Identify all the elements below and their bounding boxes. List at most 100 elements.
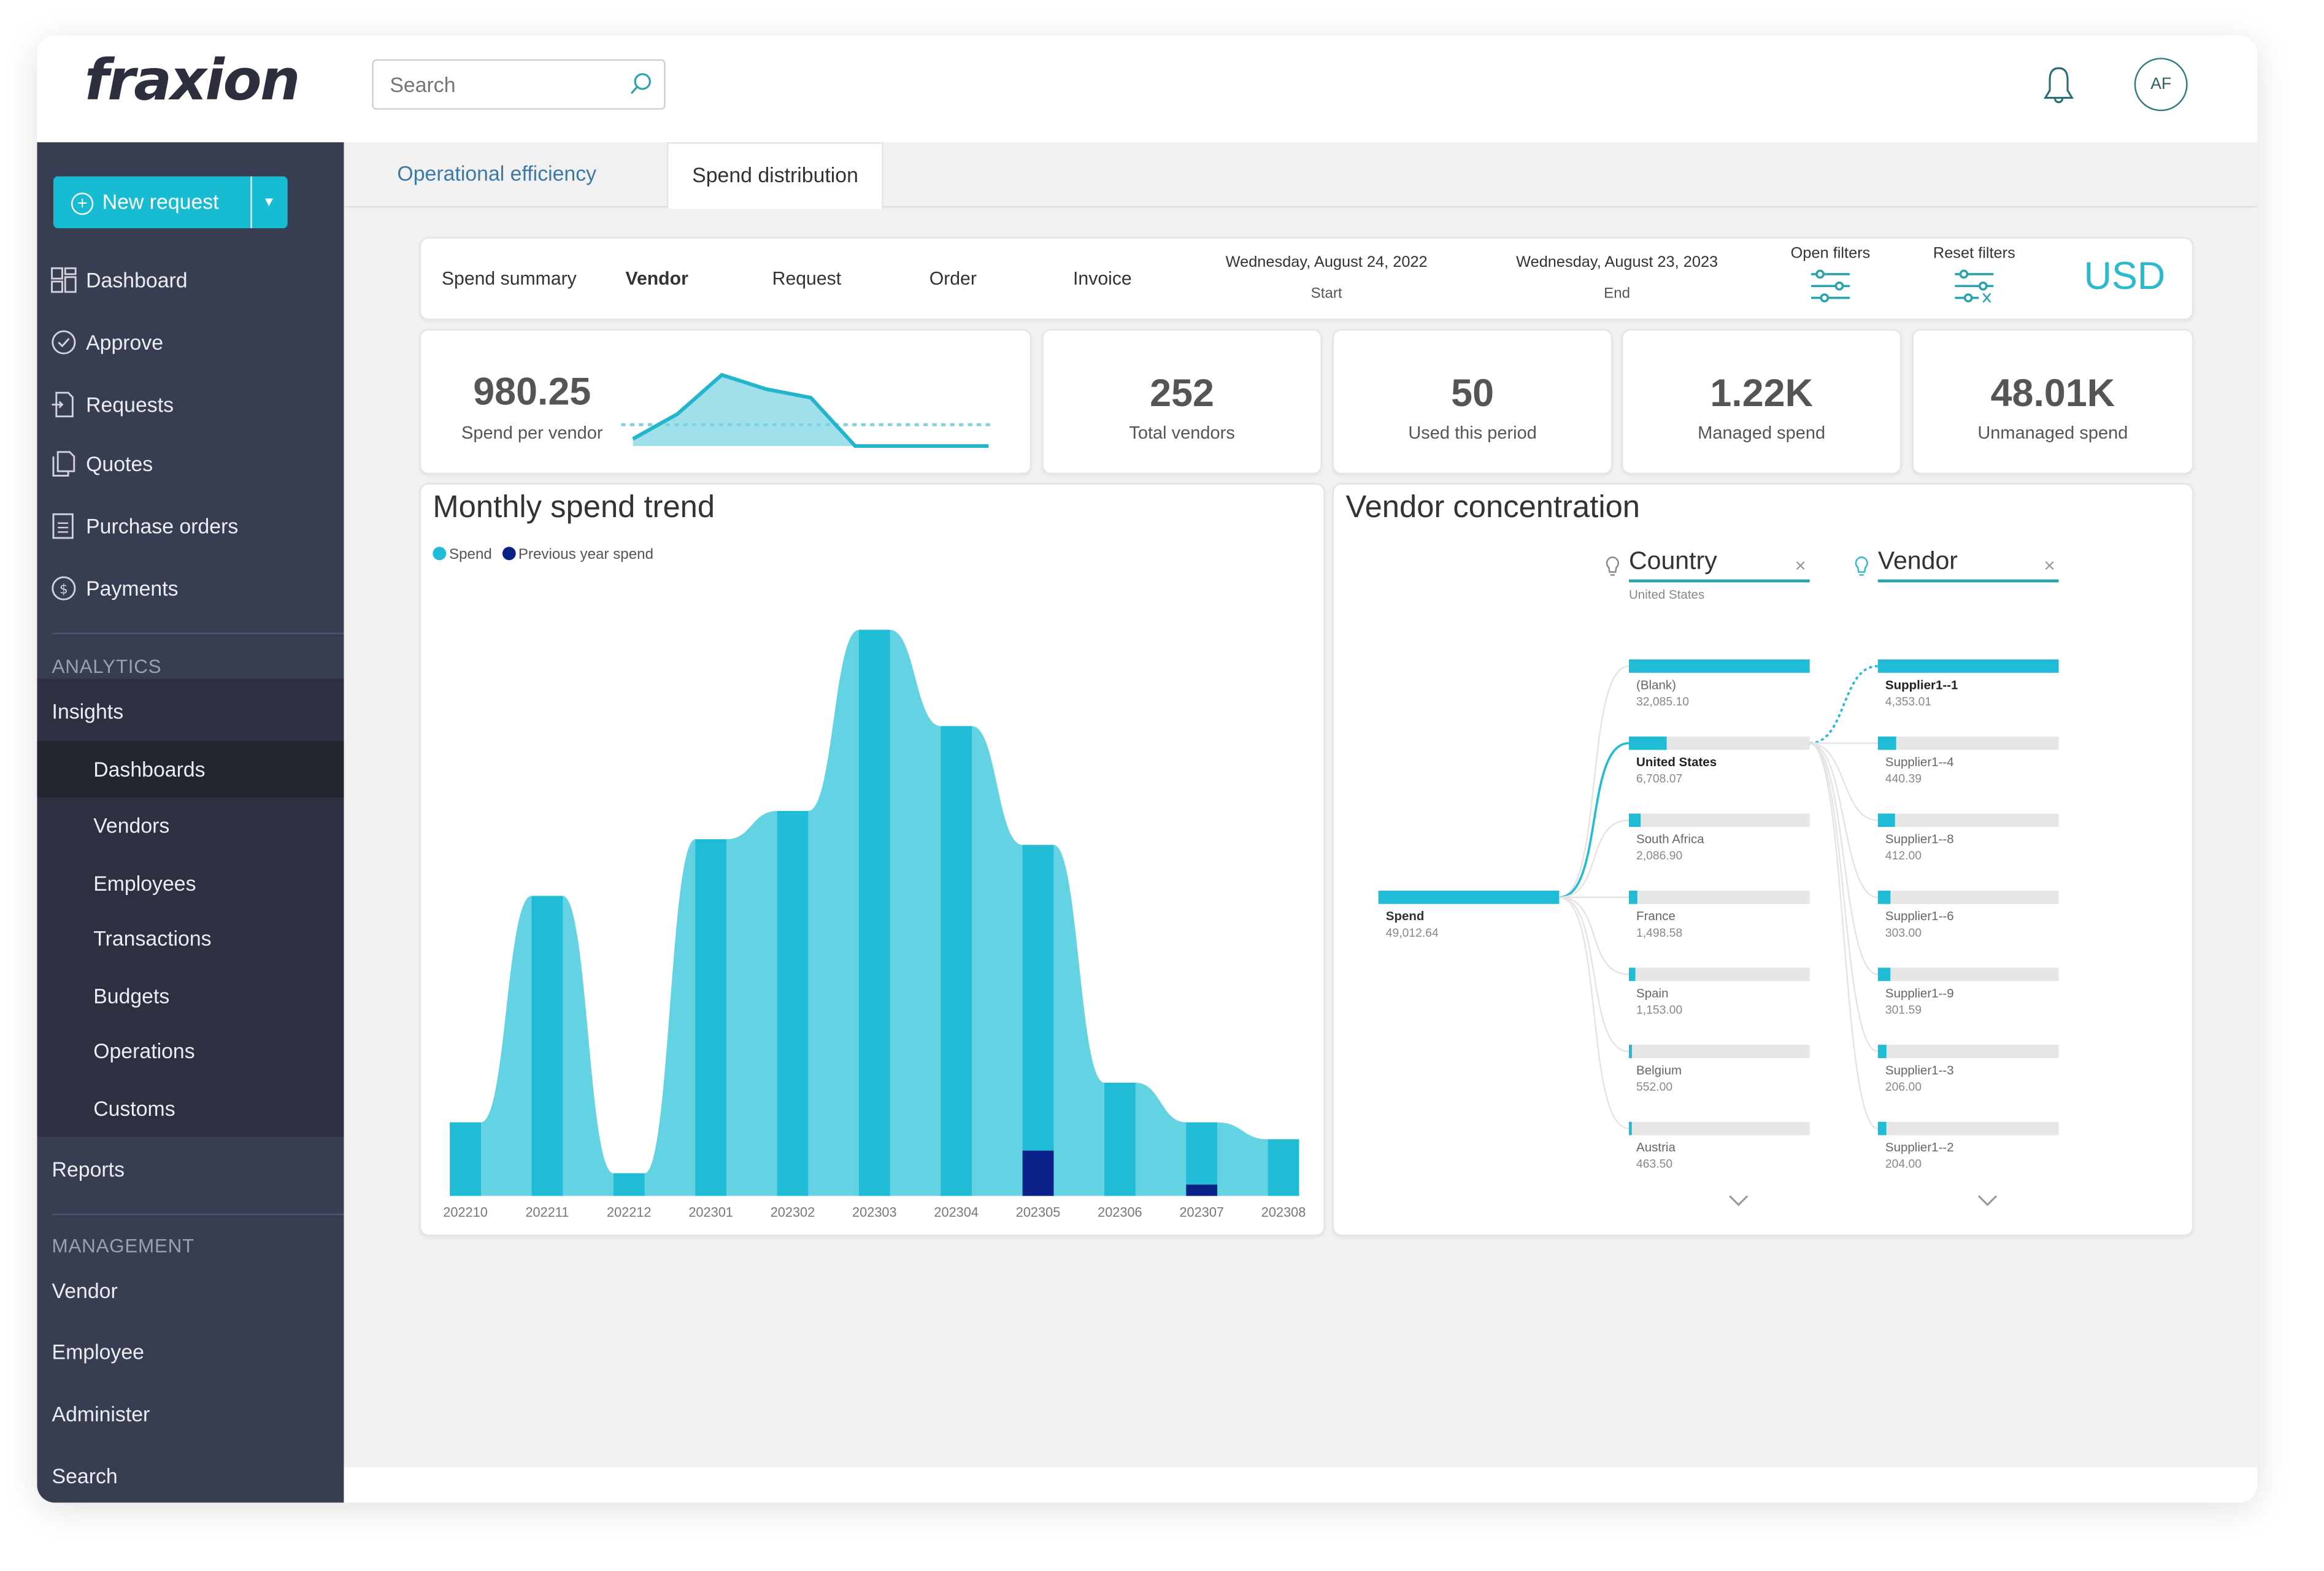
vendor-bar[interactable] xyxy=(1877,813,1895,828)
nav-spend-summary[interactable]: Spend summary xyxy=(442,239,577,318)
previous-year-bar-202307[interactable] xyxy=(1186,1185,1218,1196)
sidebar-subitem-dashboards[interactable]: Dashboards xyxy=(37,740,344,797)
sidebar-item-employee[interactable]: Employee xyxy=(37,1322,344,1381)
open-filters-button[interactable]: Open filters xyxy=(1779,245,1882,304)
sidebar-item-payments[interactable]: $ Payments xyxy=(37,559,344,618)
sidebar-item-requests[interactable]: Requests xyxy=(37,375,344,434)
country-bar[interactable] xyxy=(1628,1121,1632,1135)
sidebar-subitem-operations[interactable]: Operations xyxy=(37,1023,344,1079)
reset-filters-button[interactable]: Reset filters xyxy=(1922,245,2026,304)
sidebar-item-search[interactable]: Search xyxy=(37,1446,344,1503)
user-avatar[interactable]: AF xyxy=(2134,58,2188,112)
logo[interactable]: fraxion xyxy=(85,47,301,112)
legend-item-previous-year[interactable]: Previous year spend xyxy=(502,547,653,563)
vendor-concentration-panel: Vendor concentration Country × United St… xyxy=(1332,483,2194,1236)
sidebar-item-approve[interactable]: Approve xyxy=(37,313,344,372)
spend-bar-202210[interactable] xyxy=(450,1122,481,1196)
nav-vendor[interactable]: Vendor xyxy=(625,239,688,318)
sidebar-item-quotes[interactable]: Quotes xyxy=(37,434,344,494)
sidebar-item-insights[interactable]: Insights xyxy=(37,682,344,741)
bar-track xyxy=(1628,1121,1810,1135)
spend-bar-202302[interactable] xyxy=(777,811,809,1196)
spend-bar-202211[interactable] xyxy=(531,896,563,1196)
sidebar-subitem-budgets[interactable]: Budgets xyxy=(37,968,344,1024)
vendor-bar[interactable] xyxy=(1877,890,1891,904)
tab-bar: Operational efficiency Spend distributio… xyxy=(344,142,2258,209)
country-value: 32,085.10 xyxy=(1636,696,1689,709)
sidebar-subitem-transactions[interactable]: Transactions xyxy=(37,910,344,966)
new-request-button[interactable]: + New request ▼ xyxy=(53,176,288,229)
end-date-picker[interactable]: Wednesday, August 23, 2023 End xyxy=(1491,253,1743,302)
spend-bar-202303[interactable] xyxy=(858,629,890,1196)
bar-track xyxy=(1877,813,2059,828)
decomposition-tree: Spend 49,012.64 (Blank) 32,085.10 United Sta… xyxy=(1378,659,2059,1207)
country-value: 2,086.90 xyxy=(1636,850,1682,862)
sidebar-item-purchase-orders[interactable]: Purchase orders xyxy=(37,496,344,556)
search-box[interactable] xyxy=(372,59,666,110)
bell-icon[interactable] xyxy=(2038,62,2080,109)
country-bar[interactable] xyxy=(1628,1045,1633,1058)
sidebar-subitem-employees[interactable]: Employees xyxy=(37,855,344,912)
sidebar-item-label: Administer xyxy=(52,1402,150,1426)
currency-selector[interactable]: USD xyxy=(2084,253,2166,299)
country-bar[interactable] xyxy=(1628,967,1636,981)
start-date-value: Wednesday, August 24, 2022 xyxy=(1225,253,1428,272)
nav-request[interactable]: Request xyxy=(772,239,841,318)
sidebar-subitem-customs[interactable]: Customs xyxy=(37,1080,344,1137)
vendor-bar[interactable] xyxy=(1877,967,1891,981)
bar-track xyxy=(1628,1045,1810,1058)
sidebar-item-dashboard[interactable]: Dashboard xyxy=(37,250,344,310)
search-icon[interactable] xyxy=(625,70,655,99)
monthly-spend-trend-panel: Monthly spend trend Spend Previous year … xyxy=(419,483,1325,1236)
tab-spend-distribution[interactable]: Spend distribution xyxy=(667,142,884,209)
dropdown-caret-icon[interactable]: ▼ xyxy=(263,176,276,228)
root-bar[interactable] xyxy=(1378,890,1560,904)
vendor-label: Supplier1--4 xyxy=(1885,755,1954,769)
request-doc-icon xyxy=(52,391,74,418)
x-tick-label: 202302 xyxy=(771,1204,815,1220)
spend-bar-202308[interactable] xyxy=(1268,1139,1299,1196)
country-label: Austria xyxy=(1636,1140,1676,1154)
sidebar-item-label: Insights xyxy=(52,699,124,723)
analytics-heading: ANALYTICS xyxy=(52,655,162,678)
spend-bar-202305[interactable] xyxy=(1022,845,1054,1196)
country-bar[interactable] xyxy=(1628,659,1810,673)
sidebar-subitem-vendors[interactable]: Vendors xyxy=(37,797,344,854)
vendor-value: 206.00 xyxy=(1885,1081,1922,1094)
vendor-value: 4,353.01 xyxy=(1885,696,1931,709)
tab-operational-efficiency[interactable]: Operational efficiency xyxy=(374,142,620,206)
sidebar-item-administer[interactable]: Administer xyxy=(37,1384,344,1443)
chevron-down-icon[interactable] xyxy=(1977,1195,1998,1207)
country-label: Spain xyxy=(1636,986,1668,1001)
vendor-bar[interactable] xyxy=(1877,659,2059,673)
country-value: 1,153.00 xyxy=(1636,1004,1682,1016)
chevron-down-icon[interactable] xyxy=(1729,1195,1749,1207)
vendor-bar[interactable] xyxy=(1877,1121,1887,1135)
x-tick-label: 202212 xyxy=(607,1204,652,1220)
vendor-bar[interactable] xyxy=(1877,736,1896,750)
spend-bar-202301[interactable] xyxy=(695,839,726,1196)
spend-bar-202306[interactable] xyxy=(1104,1082,1136,1196)
sidebar-item-label: Operations xyxy=(93,1039,195,1063)
spend-bar-202212[interactable] xyxy=(613,1173,645,1196)
sidebar-item-reports[interactable]: Reports xyxy=(37,1140,344,1199)
country-bar[interactable] xyxy=(1628,736,1667,750)
country-label: South Africa xyxy=(1636,832,1704,847)
nav-order[interactable]: Order xyxy=(929,239,977,318)
country-bar[interactable] xyxy=(1628,813,1641,828)
start-date-picker[interactable]: Wednesday, August 24, 2022 Start xyxy=(1201,253,1453,302)
previous-year-bar-202305[interactable] xyxy=(1022,1150,1054,1196)
x-tick-label: 202301 xyxy=(688,1204,733,1220)
legend-item-spend[interactable]: Spend xyxy=(433,547,492,563)
country-value: 1,498.58 xyxy=(1636,927,1682,940)
search-input[interactable] xyxy=(387,71,630,98)
chart-legend: Spend Previous year spend xyxy=(433,547,653,563)
bar-track xyxy=(1628,890,1810,904)
kpi-label: Total vendors xyxy=(1129,422,1235,444)
sidebar-item-label: Reports xyxy=(52,1157,125,1181)
spend-bar-202304[interactable] xyxy=(941,726,972,1196)
sidebar-item-vendor[interactable]: Vendor xyxy=(37,1261,344,1321)
nav-invoice[interactable]: Invoice xyxy=(1073,239,1132,318)
vendor-bar[interactable] xyxy=(1877,1045,1887,1058)
country-bar[interactable] xyxy=(1628,890,1637,904)
